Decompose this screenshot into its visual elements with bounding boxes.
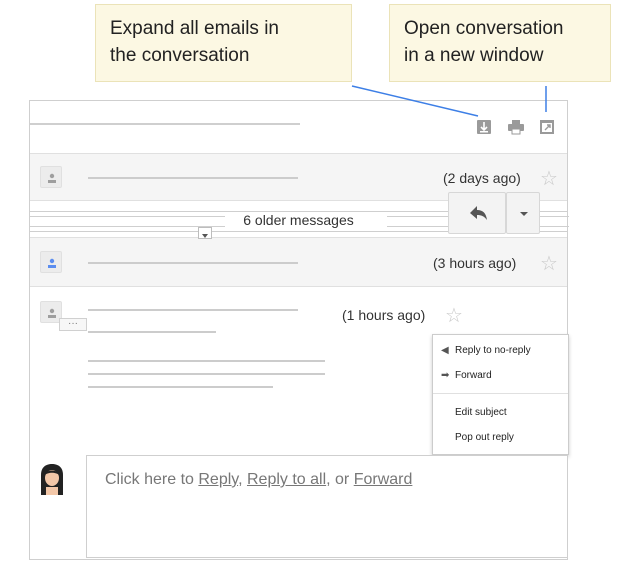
conversation-toolbar [30,101,567,153]
star-icon[interactable]: ☆ [540,169,558,189]
avatar [40,251,62,273]
chevron-down-icon [202,234,208,238]
body-placeholder-line [88,373,325,375]
reply-compose-box[interactable]: Click here to Reply, Reply to all, or Fo… [86,455,568,558]
reply-button[interactable] [448,192,506,234]
callout-expand-line1: Expand all emails in [110,18,279,39]
message-time: (3 hours ago) [433,255,517,271]
message-time: (2 days ago) [443,170,521,186]
expand-all-icon[interactable] [476,119,494,137]
menu-item-edit-subject[interactable]: Edit subject [455,406,507,420]
recipient-placeholder-line [88,331,216,333]
sender-placeholder-line [88,309,298,311]
reply-options-menu: ◀ Reply to no-reply ➡ Forward Edit subject… [432,334,569,455]
message-row-2[interactable]: (3 hours ago) ☆ [30,237,567,287]
reply-all-link[interactable]: Reply to all [247,471,326,488]
reply-more-options-button[interactable] [506,192,540,234]
menu-item-forward[interactable]: ➡ Forward [441,369,492,383]
reply-icon [470,206,487,220]
reply-prompt-sep2: , or [326,471,354,488]
message-time: (1 hours ago) [342,307,426,323]
subject-placeholder-line [30,123,300,125]
open-in-new-window-icon[interactable] [539,119,557,137]
my-avatar [37,463,67,495]
star-icon[interactable]: ☆ [445,306,463,326]
person-icon [48,258,56,268]
person-icon [48,173,56,183]
callout-open-line2: in a new window [404,45,544,66]
menu-item-reply[interactable]: ◀ Reply to no-reply [441,344,531,358]
forward-link[interactable]: Forward [354,471,413,488]
reply-prompt-prefix: Click here to [105,471,199,488]
person-icon [48,308,56,318]
callout-expand-line2: the conversation [110,45,250,66]
reply-link[interactable]: Reply [198,471,238,488]
show-details-toggle[interactable] [198,227,212,239]
body-placeholder-line [88,360,325,362]
reply-icon: ◀ [441,345,449,356]
menu-divider [433,393,568,394]
reply-prompt-sep1: , [238,471,247,488]
print-icon[interactable] [507,119,525,137]
chevron-down-icon [520,212,528,216]
sender-placeholder-line [88,262,298,264]
body-placeholder-line [88,386,273,388]
avatar [40,166,62,188]
callout-open-new-window: Open conversation in a new window [389,4,611,82]
menu-item-pop-out-reply[interactable]: Pop out reply [455,431,514,445]
callout-expand-all: Expand all emails in the conversation [95,4,352,82]
show-trimmed-content-button[interactable]: ··· [59,318,87,331]
star-icon[interactable]: ☆ [540,254,558,274]
forward-icon: ➡ [441,370,450,381]
callout-open-line1: Open conversation [404,18,564,39]
sender-placeholder-line [88,177,298,179]
